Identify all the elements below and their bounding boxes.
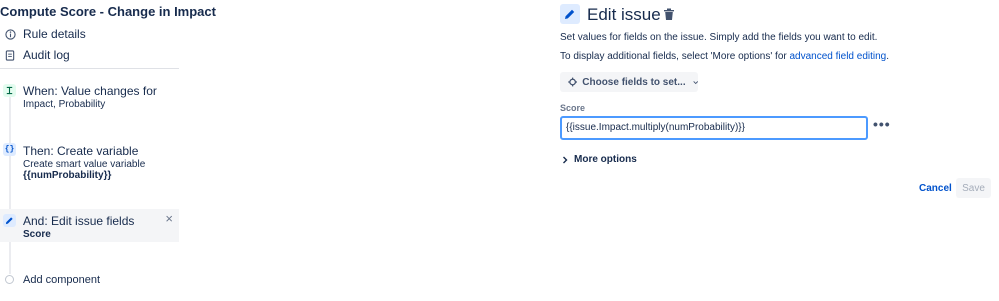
smart-value-icon: {} bbox=[3, 143, 16, 156]
more-fields-text: To display additional fields, select 'Mo… bbox=[560, 51, 790, 62]
chevron-right-icon bbox=[563, 156, 568, 163]
edit-title: And: Edit issue fields bbox=[23, 214, 135, 228]
add-component-dot bbox=[5, 275, 14, 284]
component-timeline bbox=[9, 96, 11, 274]
more-actions-icon[interactable]: ••• bbox=[873, 117, 891, 131]
advanced-field-editing-link[interactable]: advanced field editing bbox=[790, 51, 887, 62]
trigger-icon bbox=[3, 84, 16, 97]
trash-icon[interactable] bbox=[663, 8, 675, 21]
document-icon bbox=[4, 49, 16, 61]
chevron-down-icon bbox=[692, 80, 698, 84]
nav-rule-details-label: Rule details bbox=[23, 27, 86, 41]
nav-audit-log-label: Audit log bbox=[23, 48, 70, 62]
component-edit-issue[interactable]: And: Edit issue fields Score × bbox=[0, 209, 179, 242]
editor-more-fields-hint: To display additional fields, select 'Mo… bbox=[560, 51, 889, 62]
nav-rule-details[interactable]: Rule details bbox=[4, 27, 86, 41]
variable-title: Then: Create variable bbox=[23, 144, 139, 158]
trigger-title: When: Value changes for bbox=[23, 84, 157, 98]
variable-detail: Create smart value variable bbox=[23, 159, 146, 170]
more-fields-suffix: . bbox=[886, 51, 890, 62]
edit-field-name: Score bbox=[23, 229, 51, 240]
editor-title: Edit issue bbox=[587, 5, 661, 24]
score-field-input[interactable]: {{issue.Impact.multiply(numProbability)}… bbox=[560, 116, 868, 140]
close-icon[interactable]: × bbox=[165, 212, 173, 225]
more-options-toggle[interactable]: More options bbox=[562, 154, 637, 165]
score-field-label: Score bbox=[560, 103, 586, 113]
edit-action-icon bbox=[560, 4, 580, 24]
cancel-button[interactable]: Cancel bbox=[919, 183, 952, 194]
divider bbox=[0, 68, 179, 69]
choose-fields-button[interactable]: Choose fields to set... bbox=[560, 72, 698, 92]
component-trigger[interactable]: When: Value changes for Impact, Probabil… bbox=[0, 80, 179, 116]
editor-description: Set values for fields on the issue. Simp… bbox=[560, 32, 878, 43]
component-create-variable[interactable]: {} Then: Create variable Create smart va… bbox=[0, 140, 179, 182]
save-button[interactable]: Save bbox=[956, 178, 991, 198]
gear-icon bbox=[568, 77, 578, 87]
pencil-icon bbox=[3, 214, 16, 227]
info-icon bbox=[4, 28, 16, 40]
trigger-detail: Impact, Probability bbox=[23, 99, 106, 110]
choose-fields-label: Choose fields to set... bbox=[582, 76, 686, 88]
add-component-link[interactable]: Add component bbox=[23, 274, 100, 286]
rule-title: Compute Score - Change in Impact bbox=[0, 4, 216, 19]
more-options-label: More options bbox=[574, 154, 637, 165]
nav-audit-log[interactable]: Audit log bbox=[4, 48, 70, 62]
variable-name: {{numProbability}} bbox=[23, 170, 112, 181]
